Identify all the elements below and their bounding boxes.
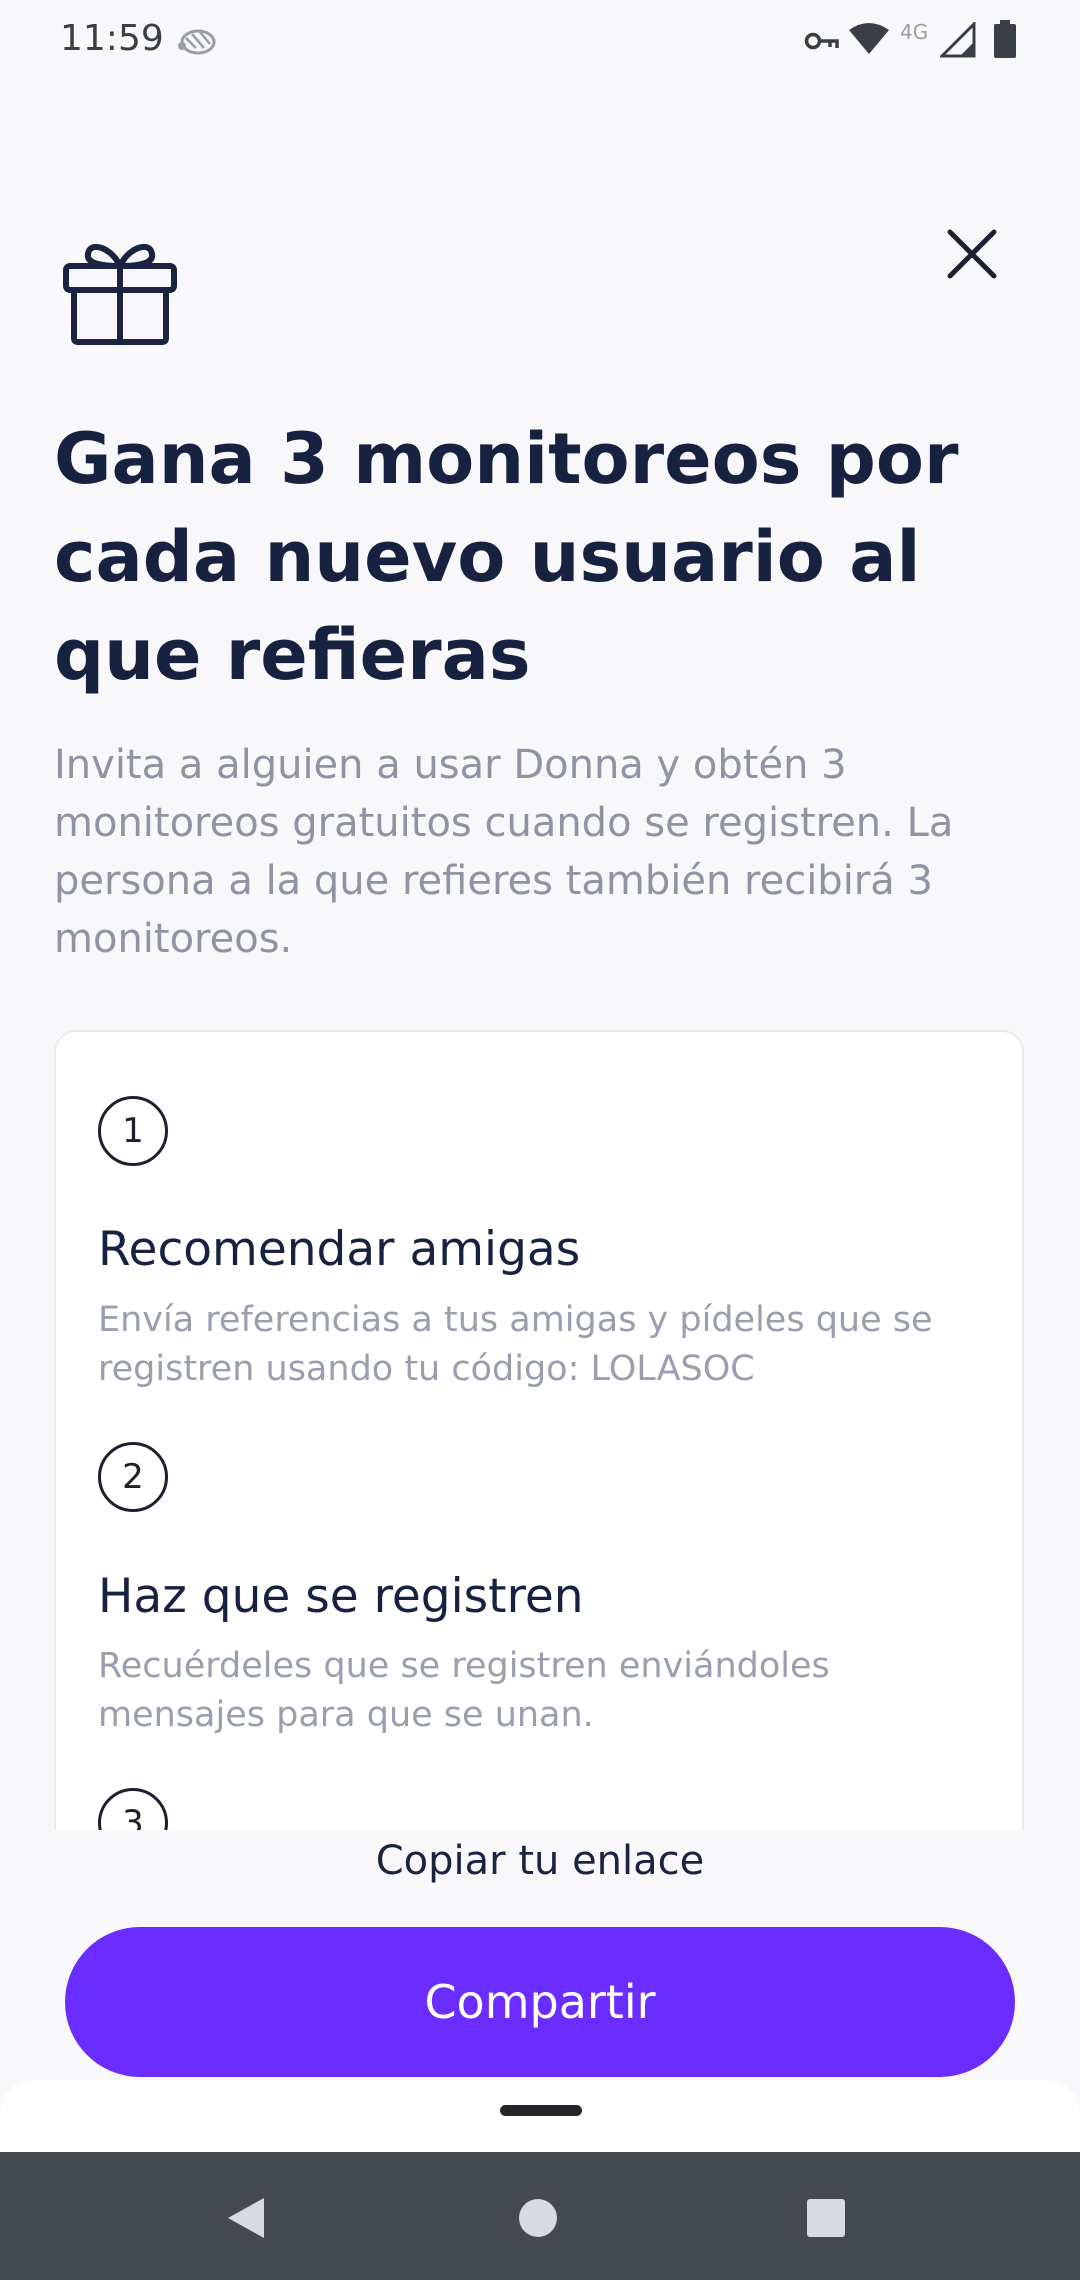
- step-2-title: Haz que se registren: [98, 1569, 584, 1624]
- copy-link-button[interactable]: Copiar tu enlace: [0, 1838, 1080, 1884]
- cell-signal-icon: [940, 22, 976, 58]
- wifi-icon: [849, 23, 889, 54]
- close-button[interactable]: [934, 216, 1010, 292]
- bottom-sheet-footer: [0, 2080, 1080, 2152]
- page-title: Gana 3 monitoreos por cada nuevo usuario…: [54, 418, 959, 696]
- share-button[interactable]: Compartir: [65, 1927, 1015, 2077]
- step-1-description: Envía referencias a tus amigas y pídeles…: [98, 1300, 933, 1389]
- gift-icon: [63, 243, 177, 345]
- system-navigation-bar: [0, 2152, 1080, 2280]
- recents-icon[interactable]: [806, 2198, 846, 2238]
- back-icon[interactable]: [226, 2196, 266, 2240]
- battery-icon: [994, 20, 1016, 58]
- step-2-number: 2: [98, 1442, 168, 1512]
- vpn-key-icon: [804, 32, 839, 50]
- network-type-label: 4G: [900, 20, 929, 44]
- step-1-number: 1: [98, 1096, 168, 1166]
- animal-notification-icon: [178, 29, 216, 55]
- page-subtitle: Invita a alguien a usar Donna y obtén 3 …: [54, 742, 954, 962]
- step-1-title: Recomendar amigas: [98, 1222, 581, 1277]
- status-time: 11:59: [60, 18, 164, 59]
- steps-card[interactable]: 1 Recomendar amigas Envía referencias a …: [54, 1030, 1024, 1830]
- home-icon[interactable]: [518, 2198, 558, 2238]
- status-bar: 11:59 4G: [0, 0, 1080, 82]
- step-2-description: Recuérdeles que se registren enviándoles…: [98, 1646, 830, 1735]
- step-3-number: 3: [98, 1788, 168, 1830]
- home-indicator-handle[interactable]: [500, 2105, 582, 2116]
